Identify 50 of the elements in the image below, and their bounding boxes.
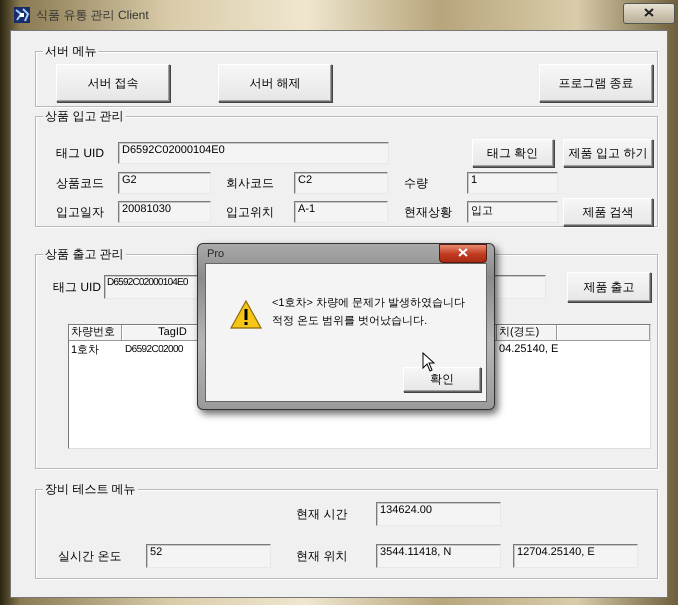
stock-out-button[interactable]: 제품 출고	[567, 272, 651, 302]
group-title: 상품 출고 관리	[43, 246, 126, 262]
cursor-icon	[422, 352, 435, 372]
input-field[interactable]: D6592C02000104E0	[118, 142, 389, 164]
field-label: 현재 시간	[296, 506, 348, 522]
input-field[interactable]: 입고	[467, 201, 558, 223]
input-field[interactable]: 134624.00	[376, 502, 501, 526]
input-field[interactable]: 20081030	[118, 201, 211, 223]
close-button[interactable]	[439, 244, 487, 263]
message-text: <1호차> 차량에 문제가 발생하였습니다	[272, 296, 466, 311]
window-title: 식품 유통 관리 Client	[36, 6, 149, 24]
input-field[interactable]: C2	[294, 172, 388, 194]
tag-check-button[interactable]: 태그 확인	[472, 139, 554, 167]
ok-button[interactable]: 확인	[403, 367, 481, 392]
input-field[interactable]: 12704.25140, E	[513, 544, 638, 568]
search-button[interactable]: 제품 검색	[563, 198, 653, 226]
field-label: 현재상황	[404, 204, 453, 220]
message-text: 적정 온도 범위를 벗어났습니다.	[272, 314, 428, 329]
field-label: 태그 UID	[53, 278, 102, 296]
field-label: 입고위치	[226, 204, 275, 220]
menu-button[interactable]: 서버 해제	[218, 64, 332, 102]
close-icon	[644, 8, 654, 17]
group-title: 서버 메뉴	[43, 43, 98, 59]
input-field[interactable]: 3544.11418, N	[376, 544, 501, 568]
table-cell: 04.25140, E	[499, 343, 558, 355]
menu-button[interactable]: 서버 접속	[56, 64, 170, 102]
column-header[interactable]: 치(경도)	[497, 325, 557, 341]
field-label: 실시간 온도	[58, 548, 122, 564]
input-field[interactable]: G2	[118, 172, 211, 194]
group-title: 장비 테스트 메뉴	[43, 481, 138, 497]
close-icon	[458, 248, 468, 257]
input-field[interactable]: A-1	[294, 201, 388, 223]
input-field[interactable]: 1	[467, 172, 558, 194]
menu-button[interactable]: 프로그램 종료	[539, 64, 653, 102]
field-label: 입고일자	[56, 204, 105, 220]
field-label: 태그 UID	[56, 144, 105, 162]
close-button[interactable]	[623, 3, 675, 24]
field-label: 수량	[404, 174, 429, 192]
app-icon	[14, 7, 30, 23]
field-label: 상품코드	[56, 174, 105, 192]
table-cell-text: 1호차	[70, 342, 100, 356]
field-label: 회사코드	[226, 174, 275, 192]
group-title: 상품 입고 관리	[43, 108, 126, 124]
column-header[interactable]: 차량번호	[69, 325, 122, 341]
dialog-title: Pro	[206, 248, 224, 260]
input-field[interactable]: 52	[146, 544, 271, 568]
stock-in-button[interactable]: 제품 입고 하기	[563, 139, 653, 167]
field-label: 현재 위치	[296, 548, 348, 564]
warning-icon	[230, 300, 262, 329]
table-cell-text: D6592C02000	[124, 344, 184, 354]
